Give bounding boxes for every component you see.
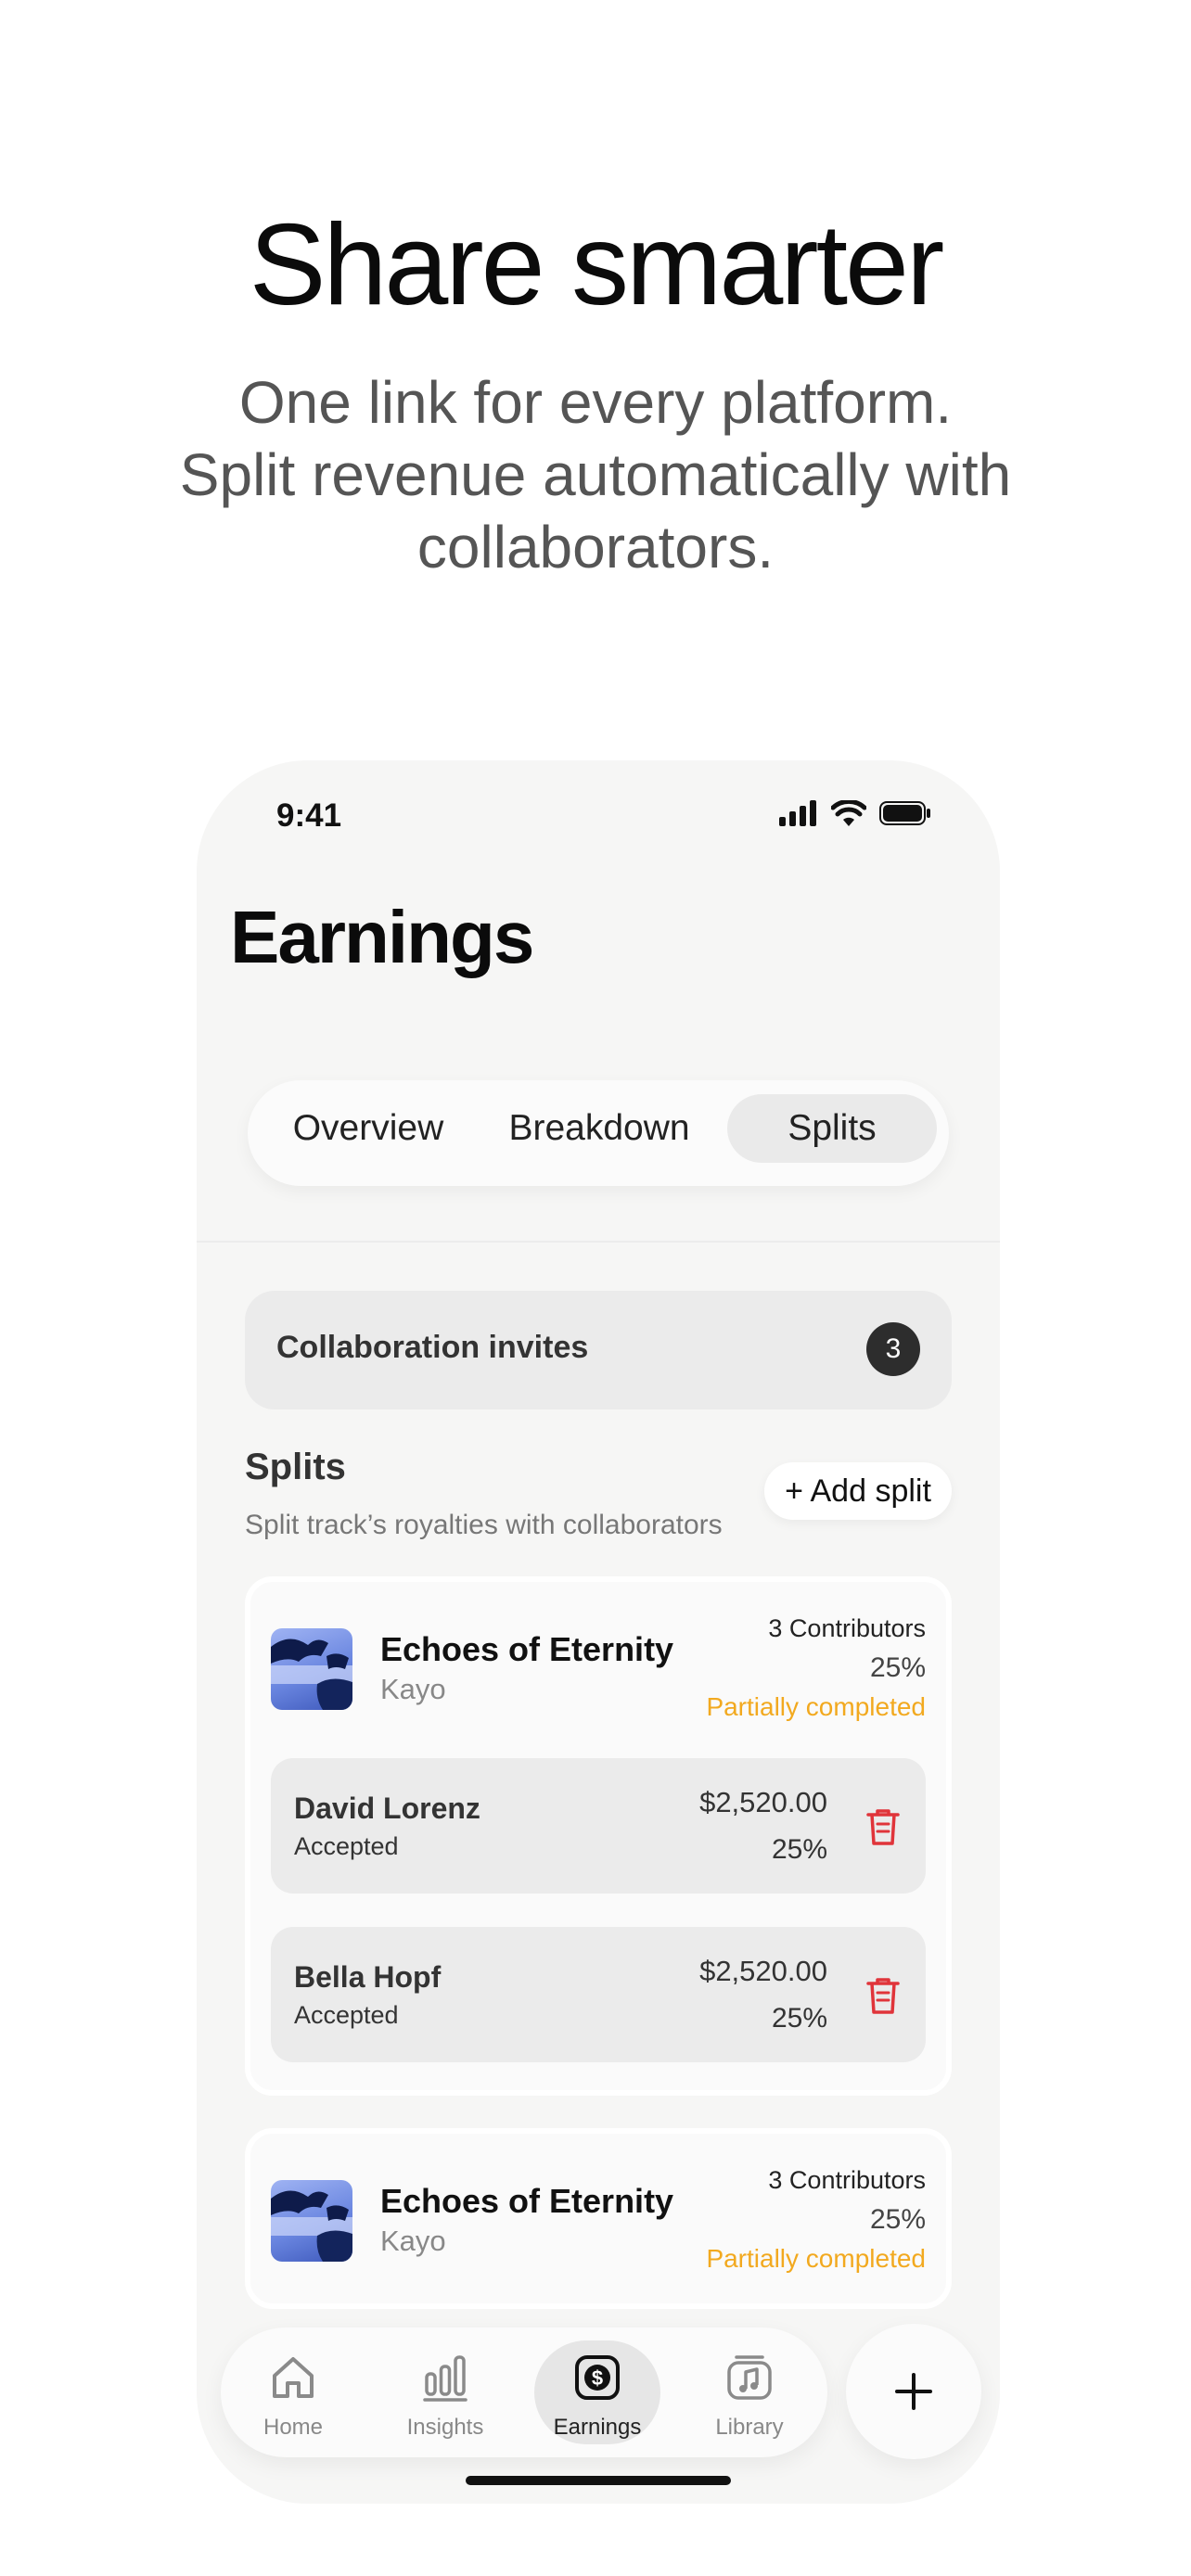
tab-insights[interactable]: Insights [382, 2340, 508, 2444]
split-percent: 25% [869, 2204, 926, 2235]
segment-overview[interactable]: Overview [266, 1094, 470, 1163]
collaborator-row[interactable]: David Lorenz Accepted $2,520.00 25% [271, 1758, 926, 1894]
split-card[interactable]: Echoes of Eternity Kayo 3 Contributors 2… [245, 2128, 952, 2309]
collaborator-row[interactable]: Bella Hopf Accepted $2,520.00 25% [271, 1927, 926, 2062]
splits-subtitle: Split track’s royalties with collaborato… [245, 1510, 723, 1540]
collaborator-percent: 25% [771, 2003, 827, 2034]
contributors-count: 3 Contributors [768, 1614, 926, 1642]
tab-label: Library [715, 2415, 784, 2440]
track-artist: Kayo [380, 2225, 446, 2257]
split-percent: 25% [869, 1652, 926, 1683]
home-icon [273, 2357, 314, 2398]
tab-earnings[interactable]: $ Earnings [534, 2340, 660, 2444]
collaborator-name: Bella Hopf [294, 1960, 442, 1994]
hero-subtitle-line: Split revenue automatically with [179, 441, 1012, 508]
phone-mockup: 9:41 Earnings Overview Breakdown Splits … [197, 760, 1000, 2504]
collaborator-status: Accepted [294, 1832, 399, 1860]
status-time: 9:41 [276, 797, 342, 834]
home-indicator [466, 2476, 731, 2485]
track-artist: Kayo [380, 1673, 446, 1705]
cellular-signal-icon [779, 800, 816, 826]
battery-icon [879, 801, 930, 825]
segment-breakdown[interactable]: Breakdown [493, 1094, 706, 1163]
divider [197, 1241, 1000, 1243]
plus-icon [895, 2373, 932, 2410]
page-title: Earnings [230, 896, 534, 978]
collaborator-percent: 25% [771, 1834, 827, 1865]
tab-label: Earnings [553, 2415, 642, 2440]
split-status: Partially completed [706, 1692, 926, 1721]
album-art [271, 1628, 352, 1710]
collaborator-name: David Lorenz [294, 1792, 480, 1825]
split-status: Partially completed [706, 2244, 926, 2273]
add-split-button[interactable]: + Add split [764, 1462, 952, 1520]
album-art [271, 2180, 352, 2262]
status-icons [779, 800, 931, 826]
track-title: Echoes of Eternity [380, 1630, 674, 1668]
collaborator-amount: $2,520.00 [699, 1955, 827, 1987]
dollar-icon: $ [575, 2355, 620, 2400]
svg-text:$: $ [592, 2366, 603, 2390]
contributors-count: 3 Contributors [768, 2166, 926, 2194]
trash-icon[interactable] [864, 1975, 902, 2016]
invites-count-badge: 3 [866, 1322, 920, 1376]
collaboration-invites[interactable]: Collaboration invites 3 [245, 1291, 952, 1409]
music-library-icon [727, 2355, 772, 2400]
trash-icon[interactable] [864, 1806, 902, 1847]
hero-subtitle: One link for every platform. Split reven… [0, 366, 1191, 583]
invites-label: Collaboration invites [276, 1330, 589, 1365]
tab-label: Insights [406, 2415, 484, 2440]
collaborator-amount: $2,520.00 [699, 1786, 827, 1818]
bar-chart-icon [423, 2355, 467, 2402]
collaborator-status: Accepted [294, 2001, 399, 2029]
hero-title: Share smarter [249, 201, 945, 329]
tab-bar: Home Insights $ Earnings Library [221, 2327, 827, 2457]
wifi-icon [831, 800, 866, 826]
hero-subtitle-line: collaborators. [416, 514, 775, 580]
add-fab-button[interactable] [846, 2324, 981, 2459]
hero-subtitle-line: One link for every platform. [238, 369, 953, 436]
track-title: Echoes of Eternity [380, 2182, 674, 2220]
tab-library[interactable]: Library [686, 2340, 813, 2444]
split-card[interactable]: Echoes of Eternity Kayo 3 Contributors 2… [245, 1576, 952, 2096]
tab-home[interactable]: Home [230, 2340, 356, 2444]
splits-title: Splits [245, 1447, 346, 1487]
segmented-control: Overview Breakdown Splits [248, 1080, 949, 1186]
segment-splits[interactable]: Splits [727, 1094, 937, 1163]
tab-label: Home [263, 2415, 324, 2440]
